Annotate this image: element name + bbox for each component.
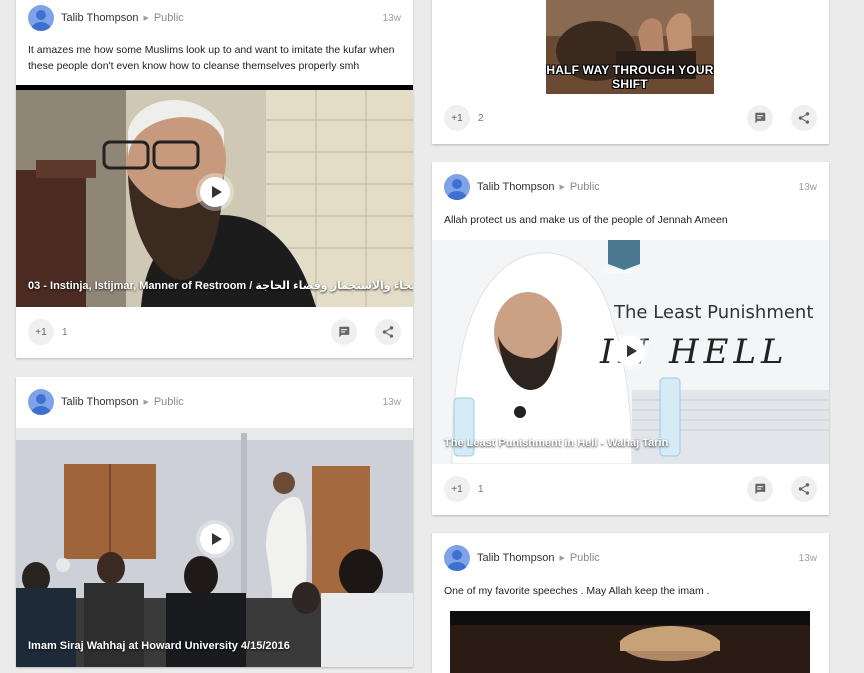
comment-icon xyxy=(339,326,350,338)
share-button[interactable] xyxy=(791,105,817,131)
thumbnail-title: The Least Punishment xyxy=(614,302,814,323)
plus-one-button[interactable]: +1 xyxy=(28,319,54,345)
plus-one-count: 1 xyxy=(478,483,484,495)
author-name[interactable]: Talib Thompson xyxy=(61,396,138,408)
post-card-4: Talib Thompson ▶ Public 13w Allah protec… xyxy=(432,162,829,515)
avatar[interactable] xyxy=(444,545,470,571)
comment-button[interactable] xyxy=(331,319,357,345)
video-thumbnail[interactable] xyxy=(450,611,810,673)
post-card-5: Talib Thompson ▶ Public 13w One of my fa… xyxy=(432,533,829,673)
plus-one-button[interactable]: +1 xyxy=(444,476,470,502)
share-icon xyxy=(798,483,810,495)
arrow-right-icon: ▶ xyxy=(559,555,565,562)
video-thumbnail[interactable]: The Least Punishment IN HELL DigitalMimb… xyxy=(432,240,829,464)
thumbnail-logo: DigitalMimbar xyxy=(603,269,634,275)
share-icon xyxy=(798,112,810,124)
play-icon[interactable] xyxy=(200,177,230,207)
plus-one-count: 2 xyxy=(478,112,484,124)
arrow-right-icon: ▶ xyxy=(559,184,565,191)
share-button[interactable] xyxy=(791,476,817,502)
meme-image[interactable]: HALF WAY THROUGH YOUR SHIFT xyxy=(546,0,714,94)
comment-icon xyxy=(755,483,766,495)
comment-icon xyxy=(755,112,766,124)
post-header: Talib Thompson ▶ Public 13w xyxy=(444,172,817,202)
play-icon[interactable] xyxy=(200,524,230,554)
visibility-label: Public xyxy=(569,181,600,193)
post-age[interactable]: 13w xyxy=(383,13,401,24)
post-age[interactable]: 13w xyxy=(799,553,817,564)
plus-one-button[interactable]: +1 xyxy=(444,105,470,131)
avatar[interactable] xyxy=(28,389,54,415)
visibility-label: Public xyxy=(153,12,184,24)
post-text: Allah protect us and make us of the peop… xyxy=(444,214,728,226)
plus-one-count: 1 xyxy=(62,326,68,338)
comment-button[interactable] xyxy=(747,476,773,502)
post-header: Talib Thompson ▶ Public 13w xyxy=(444,543,817,573)
visibility-label: Public xyxy=(153,396,184,408)
video-caption[interactable]: Imam Siraj Wahhaj at Howard University 4… xyxy=(28,640,290,652)
avatar[interactable] xyxy=(444,174,470,200)
share-icon xyxy=(382,326,394,338)
meme-caption: HALF WAY THROUGH YOUR SHIFT xyxy=(546,63,714,91)
author-name[interactable]: Talib Thompson xyxy=(477,552,554,564)
share-button[interactable] xyxy=(375,319,401,345)
play-icon[interactable] xyxy=(615,336,645,366)
video-caption[interactable]: 03 - Instinja, Istijmar, Manner of Restr… xyxy=(28,279,413,292)
avatar[interactable] xyxy=(28,5,54,31)
post-header: Talib Thompson ▶ Public 13w xyxy=(28,3,401,33)
arrow-right-icon: ▶ xyxy=(143,399,149,406)
post-age[interactable]: 13w xyxy=(799,182,817,193)
post-card-3: HALF WAY THROUGH YOUR SHIFT +1 2 xyxy=(432,0,829,144)
comment-button[interactable] xyxy=(747,105,773,131)
post-text: One of my favorite speeches . May Allah … xyxy=(444,585,710,597)
visibility-label: Public xyxy=(569,552,600,564)
post-card-2: Talib Thompson ▶ Public 13w Imam Siraj W… xyxy=(16,377,413,667)
video-thumbnail[interactable]: 03 - Instinja, Istijmar, Manner of Restr… xyxy=(16,85,413,307)
post-card-1: Talib Thompson ▶ Public 13w It amazes me… xyxy=(16,0,413,358)
post-header: Talib Thompson ▶ Public 13w xyxy=(28,387,401,417)
post-footer: +1 2 xyxy=(444,103,817,133)
post-age[interactable]: 13w xyxy=(383,397,401,408)
arrow-right-icon: ▶ xyxy=(143,15,149,22)
post-footer: +1 1 xyxy=(444,474,817,504)
post-text: It amazes me how some Muslims look up to… xyxy=(28,44,395,72)
video-thumbnail[interactable]: Imam Siraj Wahhaj at Howard University 4… xyxy=(16,428,413,667)
video-caption[interactable]: The Least Punishment in Hell - Wahaj Tar… xyxy=(444,437,668,449)
video-frame xyxy=(450,611,810,673)
author-name[interactable]: Talib Thompson xyxy=(477,181,554,193)
author-name[interactable]: Talib Thompson xyxy=(61,12,138,24)
post-footer: +1 1 xyxy=(28,317,401,347)
